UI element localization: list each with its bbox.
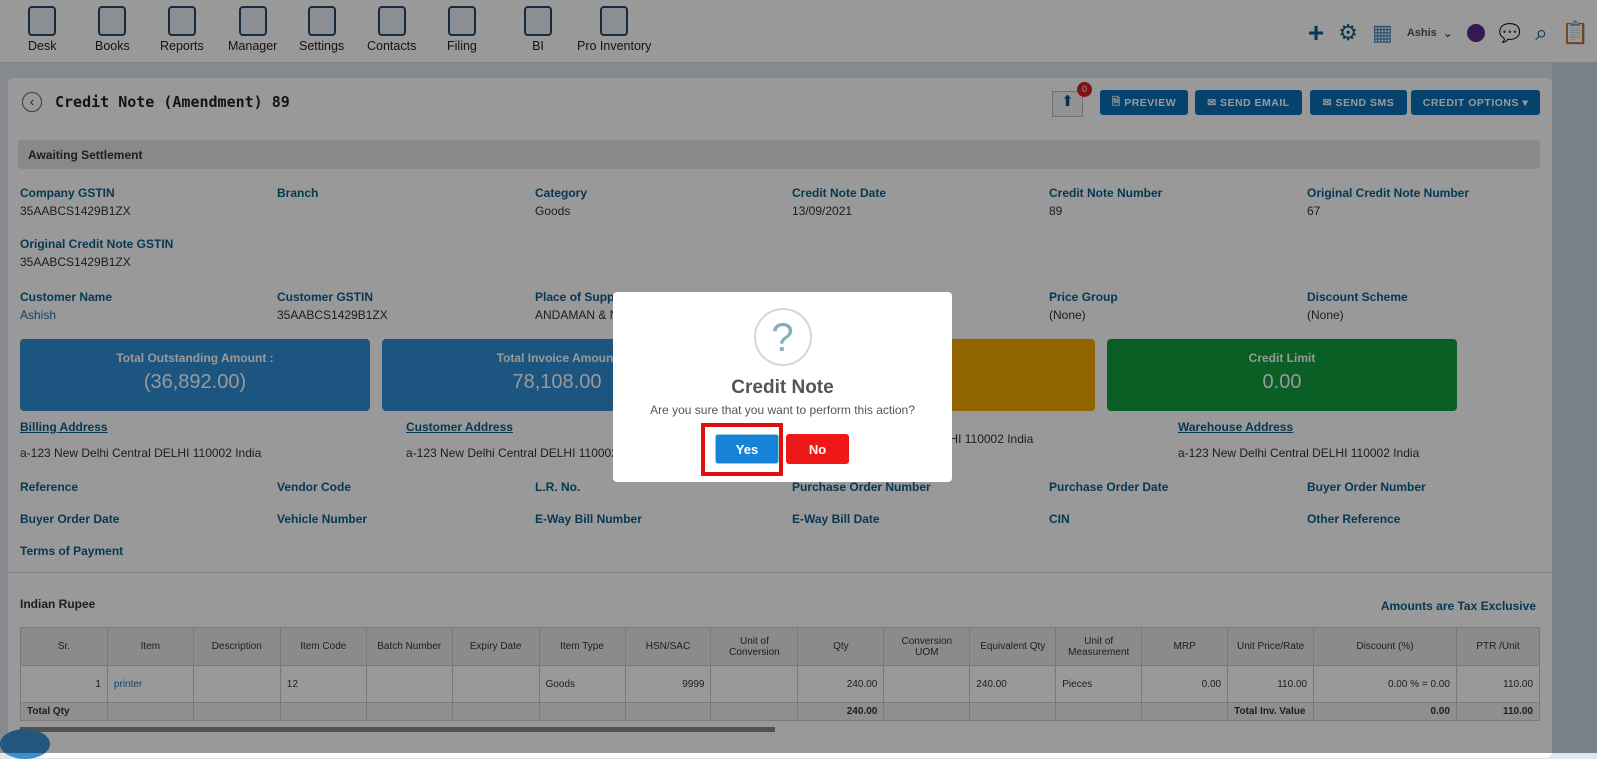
no-button[interactable]: No: [786, 434, 849, 464]
dialog-title: Credit Note: [731, 377, 834, 398]
confirm-dialog: ? Credit Note Are you sure that you want…: [613, 292, 952, 482]
yes-button[interactable]: Yes: [715, 434, 779, 464]
dialog-message: Are you sure that you want to perform th…: [650, 403, 915, 417]
question-icon: ?: [753, 308, 812, 366]
